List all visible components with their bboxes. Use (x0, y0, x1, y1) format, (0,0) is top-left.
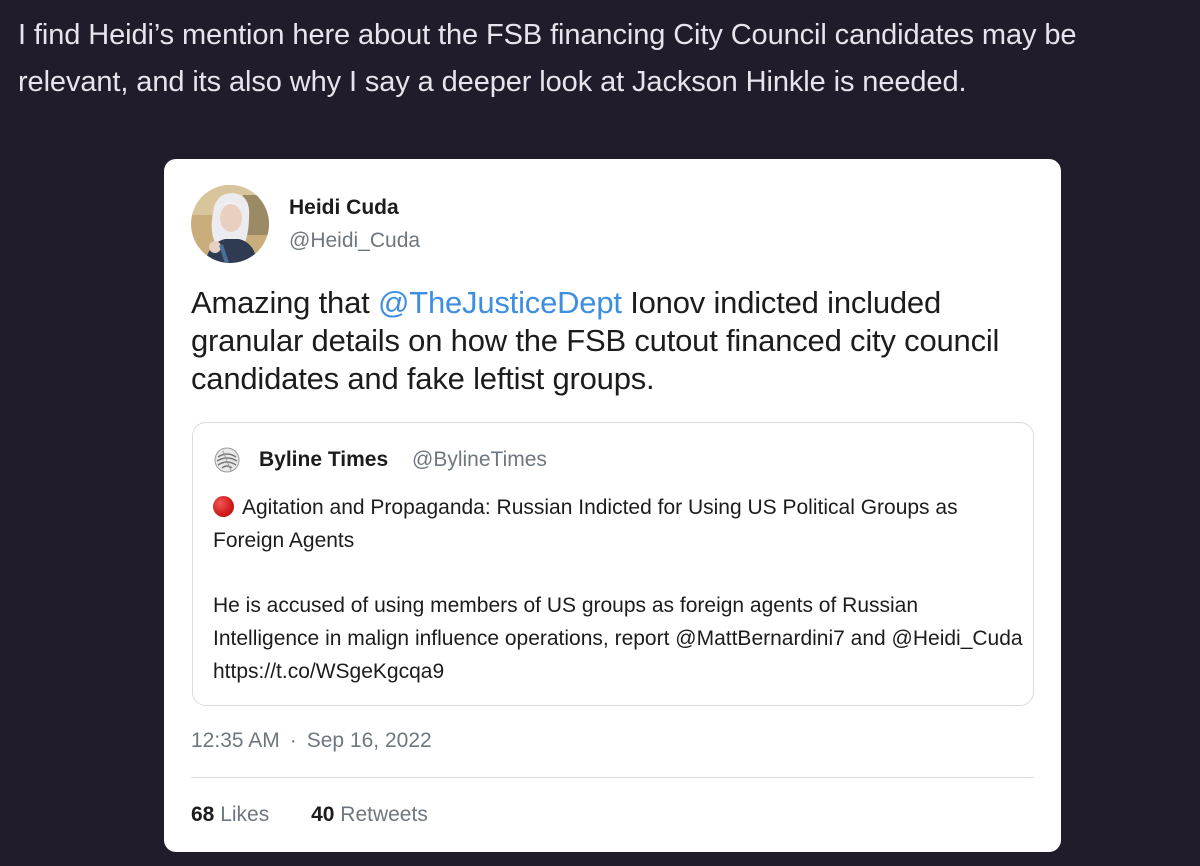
retweets-label: Retweets (340, 803, 428, 826)
likes-stat[interactable]: 68 Likes (191, 803, 269, 826)
author-name[interactable]: Heidi Cuda (289, 196, 399, 220)
author-handle[interactable]: @Heidi_Cuda (289, 229, 420, 253)
profile-photo-icon (191, 185, 269, 263)
justice-dept-mention-link[interactable]: @TheJusticeDept (378, 285, 622, 320)
quoted-tweet[interactable]: Byline Times @BylineTimes Agitation and … (192, 422, 1034, 706)
tweet-card[interactable]: Heidi Cuda @Heidi_Cuda Amazing that @The… (164, 159, 1061, 852)
quoted-headline-paragraph: Agitation and Propaganda: Russian Indict… (213, 491, 1023, 557)
retweets-stat[interactable]: 40 Retweets (311, 803, 428, 826)
author-avatar[interactable] (191, 185, 269, 263)
timestamp-separator: · (289, 729, 297, 752)
retweets-count: 40 (311, 803, 335, 826)
likes-label: Likes (220, 803, 270, 826)
post-text: I find Heidi’s mention here about the FS… (18, 19, 1077, 98)
quoted-author-handle[interactable]: @BylineTimes (412, 448, 547, 472)
likes-count: 68 (191, 803, 215, 826)
tweet-time: 12:35 AM (191, 729, 280, 752)
quoted-body-text: He is accused of using members of US gro… (213, 594, 1023, 683)
quoted-tweet-body: Agitation and Propaganda: Russian Indict… (213, 491, 1023, 688)
red-circle-icon (213, 496, 234, 517)
tweet-text-before: Amazing that (191, 285, 378, 320)
tweet-stats: 68 Likes 40 Retweets (191, 803, 428, 827)
quoted-author-name[interactable]: Byline Times (259, 448, 388, 472)
quoted-headline: Agitation and Propaganda: Russian Indict… (213, 496, 958, 552)
stats-divider (191, 777, 1034, 778)
byline-times-logo-icon (214, 447, 240, 473)
tweet-text: Amazing that @TheJusticeDept Ionov indic… (191, 284, 1021, 398)
tweet-date: Sep 16, 2022 (306, 729, 432, 752)
tweet-timestamp[interactable]: 12:35 AM · Sep 16, 2022 (191, 729, 432, 753)
